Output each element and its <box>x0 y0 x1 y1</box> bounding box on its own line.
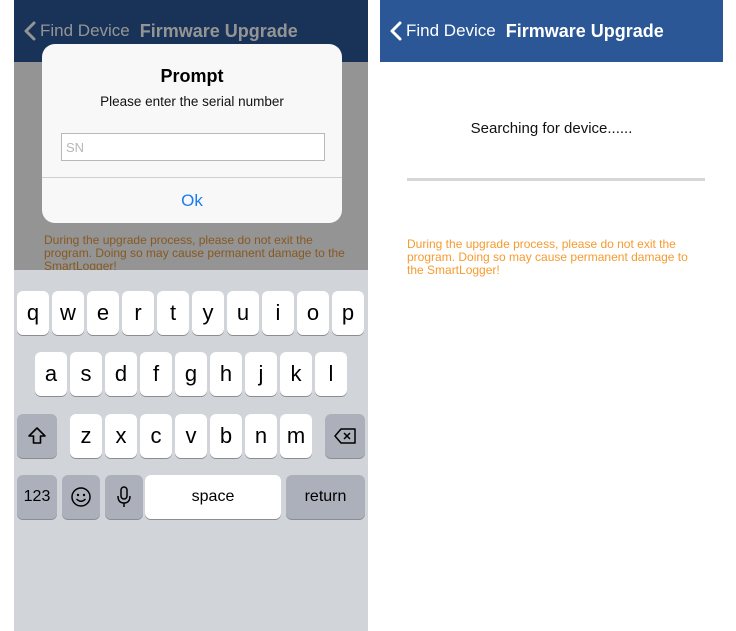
dialog-message: Please enter the serial number <box>100 94 284 109</box>
ok-button[interactable]: Ok <box>42 178 342 223</box>
left-phone-screen: Find Device Firmware Upgrade During the … <box>14 0 368 631</box>
key-x[interactable]: x <box>105 414 137 458</box>
key-d[interactable]: d <box>105 352 137 396</box>
key-v[interactable]: v <box>175 414 207 458</box>
on-screen-keyboard: q w e r t y u i o p a s d f g h j k l z … <box>14 270 368 520</box>
key-p[interactable]: p <box>332 291 364 335</box>
key-b[interactable]: b <box>210 414 242 458</box>
key-k[interactable]: k <box>280 352 312 396</box>
key-j[interactable]: j <box>245 352 277 396</box>
key-t[interactable]: t <box>157 291 189 335</box>
key-w[interactable]: w <box>52 291 84 335</box>
key-g[interactable]: g <box>175 352 207 396</box>
upgrade-warning: During the upgrade process, please do no… <box>407 237 688 277</box>
key-h[interactable]: h <box>210 352 242 396</box>
key-s[interactable]: s <box>70 352 102 396</box>
back-button[interactable]: Find Device <box>380 0 496 62</box>
navigation-bar: Find Device Firmware Upgrade <box>380 0 723 62</box>
key-f[interactable]: f <box>140 352 172 396</box>
key-i[interactable]: i <box>262 291 294 335</box>
shift-arrow-icon <box>28 427 46 444</box>
emoji-icon <box>71 487 91 507</box>
backspace-icon <box>334 428 356 444</box>
return-key[interactable]: return <box>286 475 365 519</box>
serial-number-input[interactable] <box>61 133 325 161</box>
numbers-key[interactable]: 123 <box>17 475 57 519</box>
page-title: Firmware Upgrade <box>505 20 664 41</box>
dictation-key[interactable] <box>105 475 143 519</box>
key-m[interactable]: m <box>280 414 312 458</box>
chevron-left-icon <box>390 21 402 41</box>
dialog-title: Prompt <box>160 66 224 86</box>
progress-bar <box>407 178 705 181</box>
key-z[interactable]: z <box>70 414 102 458</box>
search-status-text: Searching for device...... <box>470 120 633 137</box>
shift-key[interactable] <box>17 414 57 458</box>
key-n[interactable]: n <box>245 414 277 458</box>
right-phone-screen: Find Device Firmware Upgrade Searching f… <box>380 0 723 631</box>
key-u[interactable]: u <box>227 291 259 335</box>
key-l[interactable]: l <box>315 352 347 396</box>
back-label: Find Device <box>406 21 496 40</box>
key-o[interactable]: o <box>297 291 329 335</box>
microphone-icon <box>117 486 131 507</box>
key-a[interactable]: a <box>35 352 67 396</box>
key-e[interactable]: e <box>87 291 119 335</box>
delete-key[interactable] <box>325 414 365 458</box>
space-key[interactable]: space <box>145 475 281 519</box>
key-c[interactable]: c <box>140 414 172 458</box>
key-q[interactable]: q <box>17 291 49 335</box>
key-r[interactable]: r <box>122 291 154 335</box>
emoji-key[interactable] <box>62 475 100 519</box>
key-y[interactable]: y <box>192 291 224 335</box>
prompt-dialog: Prompt Please enter the serial number Ok <box>42 44 342 223</box>
